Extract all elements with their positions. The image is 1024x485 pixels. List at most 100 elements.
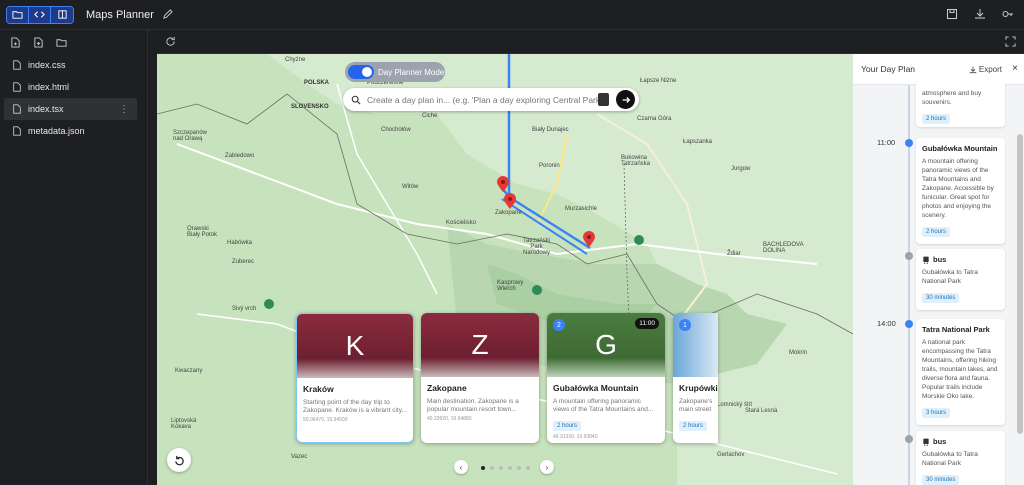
plan-card-description: A mountain offering panoramic views of t… <box>922 158 994 219</box>
undo-icon <box>174 455 184 465</box>
day-planner-toggle[interactable]: Day Planner Mode <box>345 62 445 82</box>
card-letter: Z <box>471 329 489 360</box>
key-icon[interactable] <box>1002 8 1014 20</box>
duration-badge: 2 hours <box>922 227 951 237</box>
fullscreen-icon[interactable] <box>1005 36 1016 47</box>
map-view[interactable]: POLSKA SLOVENSKO Szczepanów nad Orawą Ch… <box>157 54 853 485</box>
plan-card-description: atmosphere and buy souvenirs. <box>922 90 982 106</box>
map-label: Sivý vrch <box>232 306 257 312</box>
document-icon[interactable] <box>598 93 609 106</box>
map-label: Biały Dunajec <box>532 127 569 133</box>
panel-title: Your Day Plan <box>861 64 916 74</box>
upload-file-icon[interactable] <box>33 36 44 48</box>
plan-card[interactable]: Tatra National Park A national park enco… <box>916 319 1005 425</box>
folder-icon[interactable] <box>7 6 29 23</box>
card-time-badge: 11:00 <box>635 318 659 329</box>
plan-card-title: Gubałówka Mountain <box>922 144 998 153</box>
travel-mode: bus <box>933 437 947 446</box>
map-label: Bukowina Tatrzańska <box>621 155 651 167</box>
export-button[interactable]: Export <box>969 65 1002 74</box>
map-label: Jurgow <box>731 166 751 172</box>
card-coords: 50.06470, 19.94500 <box>303 417 348 423</box>
carousel-dot[interactable] <box>508 466 512 470</box>
timeline-time: 14:00 <box>877 319 896 328</box>
file-item[interactable]: index.html <box>0 76 147 98</box>
carousel-dot[interactable] <box>499 466 503 470</box>
map-label: Witów <box>402 184 419 190</box>
map-pin-icon[interactable] <box>583 231 595 247</box>
file-explorer: index.css index.html index.tsx ⋮ metadata… <box>0 30 148 485</box>
save-icon[interactable] <box>946 8 958 20</box>
map-label-zakopane: Zakopane <box>495 210 522 216</box>
download-icon[interactable] <box>974 8 986 20</box>
file-item-active[interactable]: index.tsx ⋮ <box>4 98 137 120</box>
view-toggle-group <box>6 5 74 24</box>
export-label: Export <box>978 65 1002 74</box>
map-pin-icon[interactable] <box>504 193 516 209</box>
map-label: Tatrzański Park Narodowy <box>523 238 551 256</box>
timeline-dot <box>905 320 913 328</box>
travel-description: Gubałówka to Tatra National Park <box>922 269 978 285</box>
preview-icon[interactable] <box>51 6 73 23</box>
new-file-icon[interactable] <box>10 36 21 48</box>
card-image: G 2 11:00 <box>547 313 665 377</box>
file-item[interactable]: index.css <box>0 54 147 76</box>
card-description: Starting point of the day trip to Zakopa… <box>303 399 407 414</box>
map-label: Chyżne <box>285 57 306 63</box>
reset-button[interactable] <box>167 448 191 472</box>
location-card[interactable]: Z Zakopane Main destination. Zakopane is… <box>421 313 539 443</box>
carousel-dot[interactable] <box>517 466 521 470</box>
plan-card-title: Tatra National Park <box>922 325 990 334</box>
duration-badge: 3 hours <box>922 408 951 418</box>
refresh-icon[interactable] <box>165 36 176 47</box>
carousel-dot[interactable] <box>490 466 494 470</box>
file-name: index.css <box>28 60 66 70</box>
scrollbar[interactable] <box>1017 134 1023 434</box>
new-folder-icon[interactable] <box>56 37 67 48</box>
duration-badge: 30 minutes <box>922 475 960 485</box>
preview-toolbar <box>157 30 1024 54</box>
card-letter: G <box>595 329 617 360</box>
code-icon[interactable] <box>29 6 51 23</box>
file-icon <box>13 104 21 114</box>
duration-badge: 2 hours <box>679 421 708 431</box>
card-title: Krupówki <box>679 383 718 393</box>
map-pin-icon[interactable] <box>497 176 509 192</box>
timeline-dot <box>905 139 913 147</box>
map-label-slovensko: SLOVENSKO <box>291 104 329 110</box>
file-icon <box>13 82 21 92</box>
carousel-dot[interactable] <box>526 466 530 470</box>
card-image: Z <box>421 313 539 377</box>
file-icon <box>13 126 21 136</box>
file-icon <box>13 60 21 70</box>
map-label: Szczepanów nad Orawą <box>173 130 208 142</box>
prev-card-button[interactable]: ‹ <box>454 460 468 474</box>
map-label: Orawski Biały Potok <box>187 226 218 238</box>
toggle-switch[interactable] <box>348 65 374 79</box>
plan-card[interactable]: atmosphere and buy souvenirs. 2 hours <box>916 81 1005 127</box>
plan-card[interactable]: Gubałówka Mountain A mountain offering p… <box>916 138 1005 244</box>
pencil-icon[interactable] <box>162 9 173 20</box>
timeline-dot <box>905 435 913 443</box>
map-label: Habówka <box>227 240 253 246</box>
travel-card[interactable]: bus Gubałówka to Tatra National Park 30 … <box>916 431 1005 485</box>
file-item[interactable]: metadata.json <box>0 120 147 142</box>
search-icon <box>351 95 361 105</box>
card-title: Kraków <box>303 384 334 394</box>
close-icon[interactable]: × <box>1012 63 1018 74</box>
carousel-dot[interactable] <box>481 466 485 470</box>
location-card[interactable]: G 2 11:00 Gubałówka Mountain A mountain … <box>547 313 665 443</box>
more-options-icon[interactable]: ⋮ <box>119 104 129 115</box>
submit-button[interactable] <box>616 90 635 109</box>
next-card-button[interactable]: › <box>540 460 554 474</box>
day-plan-panel: Your Day Plan Export × atmosphere and bu… <box>853 54 1024 485</box>
location-card[interactable]: K Kraków Starting point of the day trip … <box>296 313 414 443</box>
travel-description: Gubałówka to Tatra National Park <box>922 451 978 467</box>
map-label: Chochołów <box>381 127 411 133</box>
card-image: K <box>297 314 413 378</box>
map-label-polska: POLSKA <box>304 80 330 86</box>
location-card[interactable]: 1 Krupówki Zakopane's main street lined … <box>673 313 718 443</box>
travel-card[interactable]: bus Gubałówka to Tatra National Park 30 … <box>916 249 1005 310</box>
map-label: Łapszanka <box>683 139 713 145</box>
search-input[interactable] <box>367 94 607 105</box>
